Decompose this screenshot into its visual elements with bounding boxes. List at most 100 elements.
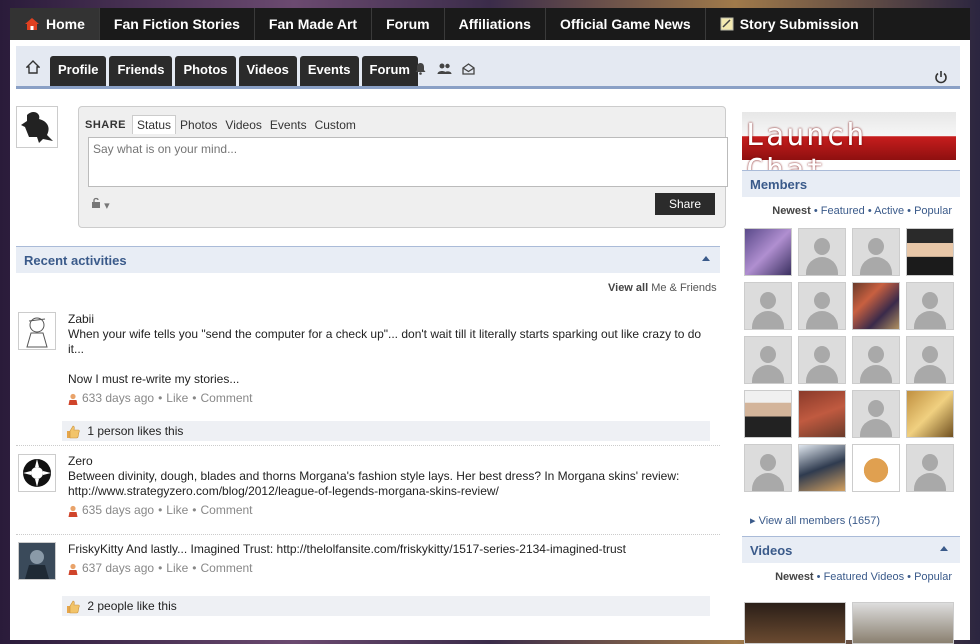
activity-meta: 637 days ago • Like • Comment: [68, 561, 708, 576]
activity-author[interactable]: Zero: [68, 454, 708, 469]
member-avatar[interactable]: [798, 390, 846, 438]
lock-icon: [92, 197, 100, 208]
profile-tabs: Profile Friends Photos Videos Events For…: [50, 56, 418, 86]
share-tabs: SHARE Status Photos Videos Events Custom: [85, 115, 360, 134]
like-link[interactable]: Like: [166, 503, 188, 518]
nav-home-label: Home: [46, 16, 85, 32]
filter-popular[interactable]: Popular: [914, 571, 952, 583]
collapse-icon[interactable]: [702, 256, 710, 261]
tab-events[interactable]: Events: [299, 56, 359, 86]
avatar[interactable]: [18, 454, 56, 492]
like-link[interactable]: Like: [166, 391, 188, 406]
share-tab-events[interactable]: Events: [266, 116, 311, 134]
view-all-link[interactable]: View all: [608, 282, 648, 294]
logout-icon[interactable]: [934, 70, 948, 84]
member-avatar[interactable]: [852, 390, 900, 438]
avatar[interactable]: [18, 312, 56, 350]
bell-icon[interactable]: [414, 62, 427, 75]
tab-photos[interactable]: Photos: [175, 56, 236, 86]
thumbs-up-icon: [67, 600, 80, 614]
member-avatar[interactable]: [906, 444, 954, 492]
share-tab-videos[interactable]: Videos: [221, 116, 265, 134]
tab-videos[interactable]: Videos: [238, 56, 297, 86]
status-input[interactable]: [88, 137, 728, 187]
member-avatar[interactable]: [906, 282, 954, 330]
comment-link[interactable]: Comment: [200, 561, 252, 576]
member-avatar[interactable]: [744, 444, 792, 492]
videos-filters: Newest • Featured Videos • Popular: [775, 571, 952, 583]
member-avatar[interactable]: [744, 282, 792, 330]
separator: •: [192, 503, 197, 517]
separator: •: [158, 391, 163, 405]
videos-header[interactable]: Videos: [742, 536, 960, 563]
nav-fan-art[interactable]: Fan Made Art: [255, 8, 373, 40]
filter-featured[interactable]: Featured: [821, 205, 865, 217]
filter-popular[interactable]: Popular: [914, 205, 952, 217]
tab-forum[interactable]: Forum: [361, 56, 418, 86]
launch-chat-banner[interactable]: Launch Chat: [742, 112, 956, 188]
comment-link[interactable]: Comment: [200, 391, 252, 406]
like-link[interactable]: Like: [166, 561, 188, 576]
nav-fan-fiction[interactable]: Fan Fiction Stories: [100, 8, 255, 40]
share-box: SHARE Status Photos Videos Events Custom…: [78, 106, 728, 228]
member-avatar[interactable]: [744, 390, 792, 438]
share-label: SHARE: [85, 118, 127, 131]
home-icon[interactable]: [26, 60, 40, 74]
nav-story-submission[interactable]: Story Submission: [706, 8, 874, 40]
nav-game-news[interactable]: Official Game News: [546, 8, 706, 40]
member-avatar[interactable]: [798, 336, 846, 384]
avatar-image-icon: [19, 455, 55, 491]
home-icon: [25, 18, 39, 30]
member-avatar[interactable]: [852, 336, 900, 384]
member-avatar[interactable]: [852, 228, 900, 276]
video-thumbnail[interactable]: [852, 602, 954, 644]
member-avatar[interactable]: [744, 228, 792, 276]
filter-active[interactable]: Active: [874, 205, 904, 217]
member-avatar[interactable]: [744, 336, 792, 384]
likes-summary: 1 person likes this: [62, 421, 710, 441]
avatar[interactable]: [18, 542, 56, 580]
member-avatar[interactable]: [906, 336, 954, 384]
member-avatar[interactable]: [798, 282, 846, 330]
recent-activities-header[interactable]: Recent activities: [16, 246, 720, 273]
activity-author[interactable]: Zabii: [68, 312, 708, 327]
member-avatar[interactable]: [852, 282, 900, 330]
likes-count[interactable]: 2 people like this: [87, 599, 176, 613]
activity-body: Zero Between divinity, dough, blades and…: [68, 454, 708, 518]
videos-title: Videos: [750, 543, 793, 558]
tab-friends[interactable]: Friends: [109, 56, 173, 86]
member-avatar[interactable]: [906, 390, 954, 438]
collapse-icon[interactable]: [940, 546, 948, 551]
activity-time: 637 days ago: [82, 561, 155, 575]
member-avatar[interactable]: [852, 444, 900, 492]
share-tab-status[interactable]: Status: [132, 115, 177, 134]
separator: •: [192, 561, 197, 575]
user-icon: [68, 563, 78, 575]
comment-link[interactable]: Comment: [200, 503, 252, 518]
avatar-image-icon: [21, 112, 53, 143]
me-friends-link[interactable]: Me & Friends: [651, 282, 716, 294]
nav-home[interactable]: Home: [10, 8, 100, 40]
activity-author[interactable]: FriskyKitty: [68, 542, 123, 556]
share-tab-photos[interactable]: Photos: [176, 116, 221, 134]
view-all-members-link[interactable]: ▸ View all members (1657): [750, 514, 880, 527]
view-all-members-label: View all members (1657): [758, 515, 881, 527]
filter-newest[interactable]: Newest: [772, 205, 811, 217]
likes-count[interactable]: 1 person likes this: [87, 424, 183, 438]
friends-icon[interactable]: [437, 62, 452, 75]
member-avatar[interactable]: [798, 444, 846, 492]
share-tab-custom[interactable]: Custom: [311, 116, 360, 134]
privacy-selector[interactable]: ▾: [91, 197, 113, 212]
nav-affiliations[interactable]: Affiliations: [445, 8, 546, 40]
share-button[interactable]: Share: [655, 193, 715, 215]
member-avatar[interactable]: [906, 228, 954, 276]
my-avatar[interactable]: [16, 106, 58, 148]
tab-profile[interactable]: Profile: [50, 56, 107, 86]
nav-forum[interactable]: Forum: [372, 8, 445, 40]
filter-featured-videos[interactable]: Featured Videos: [824, 571, 905, 583]
activity-text-2: Now I must re-write my stories...: [68, 372, 240, 386]
mail-icon[interactable]: [462, 62, 475, 75]
filter-newest[interactable]: Newest: [775, 571, 814, 583]
video-thumbnail[interactable]: [744, 602, 846, 644]
member-avatar[interactable]: [798, 228, 846, 276]
